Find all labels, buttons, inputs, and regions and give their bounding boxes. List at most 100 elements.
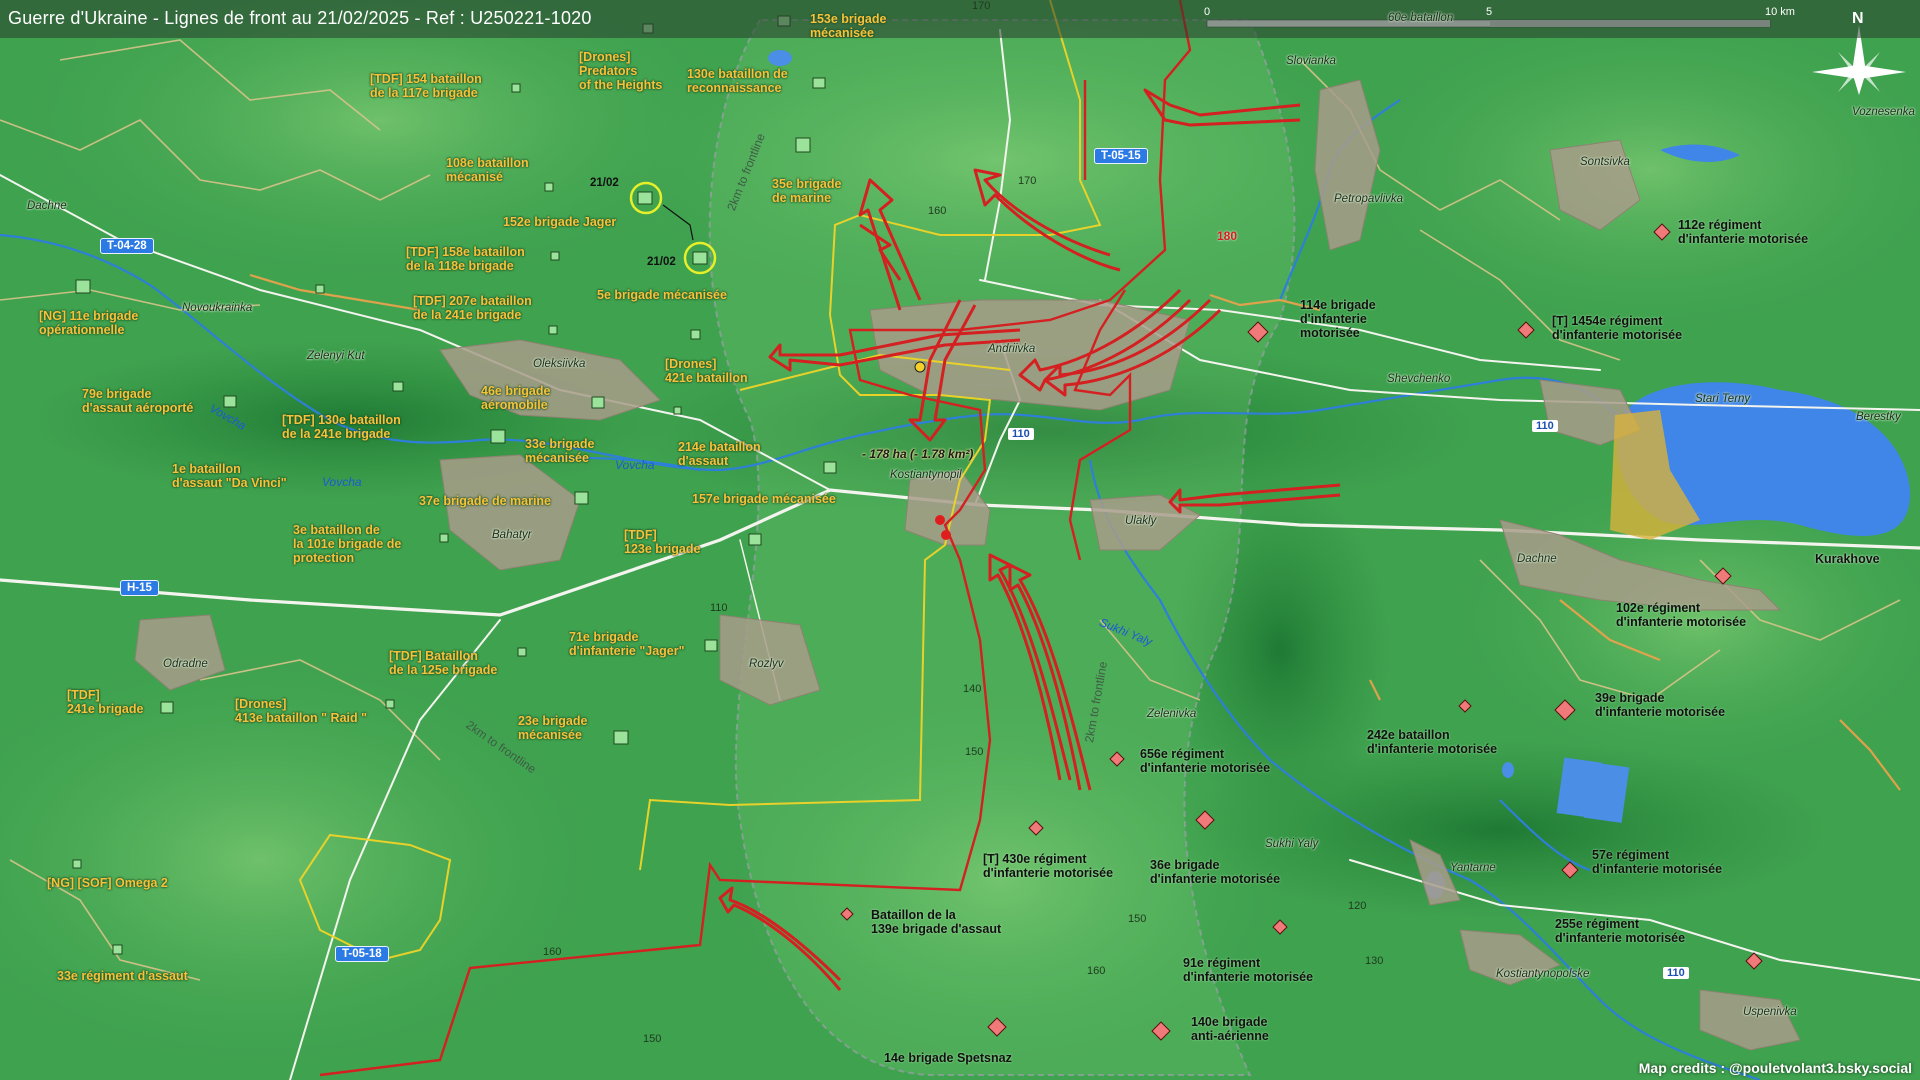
road-badge-h15: H-15 bbox=[120, 580, 159, 596]
unit-label-partial: 60e bataillon bbox=[1388, 12, 1454, 24]
date-note-1: 21/02 bbox=[590, 177, 619, 189]
ru-unit-label: Bataillon de la 139e brigade d'assaut bbox=[871, 908, 1002, 936]
ua-unit-label: 33e brigade mécanisée bbox=[525, 437, 595, 465]
town-zelenivka: Zelenivka bbox=[1147, 708, 1197, 720]
town-dachne-west: Dachne bbox=[27, 200, 67, 212]
town-petropavlivka: Petropavlivka bbox=[1334, 193, 1404, 205]
town-novoukrainka: Novoukrainka bbox=[182, 302, 253, 314]
town-yantarne: Yantarne bbox=[1450, 862, 1496, 874]
ua-unit-label: [Drones] 421e bataillon bbox=[665, 357, 748, 385]
ru-unit-label: 242e bataillon d'infanterie motorisée bbox=[1367, 728, 1498, 756]
scale-label-5: 5 bbox=[1486, 6, 1493, 18]
ru-unit-label: [T] 430e régiment d'infanterie motorisée bbox=[983, 852, 1114, 880]
ua-unit-label: 157e brigade mécanisée bbox=[692, 492, 836, 506]
contour-label: 150 bbox=[965, 746, 984, 758]
ua-unit-label: [NG] [SOF] Omega 2 bbox=[47, 876, 168, 890]
town-stari-terny: Stari Terny bbox=[1695, 393, 1751, 405]
town-andriivka: Andriivka bbox=[988, 343, 1036, 355]
ua-unit-label: 153e brigade mécanisée bbox=[810, 12, 887, 40]
north-label: N bbox=[1852, 10, 1864, 27]
town-kostiantynopil: Kostiantynopil bbox=[890, 469, 962, 481]
town-oleksiivka: Oleksiivka bbox=[533, 358, 586, 370]
town-ulakly: Ulakly bbox=[1125, 515, 1157, 527]
road-badge-110b: 110 bbox=[1532, 420, 1558, 432]
ru-unit-label: 112e régiment d'infanterie motorisée bbox=[1678, 218, 1809, 246]
ua-unit-label: 33e régiment d'assaut bbox=[57, 969, 188, 983]
road-badge-t0515: T-05-15 bbox=[1094, 148, 1148, 164]
contour-label: 140 bbox=[963, 683, 982, 695]
contour-label: 160 bbox=[1087, 965, 1106, 977]
ua-unit-label: 3e bataillon de la 101e brigade de prote… bbox=[293, 523, 402, 565]
town-voznesenka: Voznesenka bbox=[1852, 106, 1915, 118]
contour-label: 160 bbox=[928, 205, 947, 217]
contour-label: 120 bbox=[1348, 900, 1367, 912]
ua-unit-label: [TDF] 241e brigade bbox=[67, 688, 144, 716]
ua-unit-label: 46e brigade aéromobile bbox=[481, 384, 551, 412]
town-sukhi-yaly: Sukhi Yaly bbox=[1265, 838, 1319, 850]
ru-unit-label: 102e régiment d'infanterie motorisée bbox=[1616, 601, 1747, 629]
ru-unit-label: 255e régiment d'infanterie motorisée bbox=[1555, 917, 1686, 945]
road-badge-t0428: T-04-28 bbox=[100, 238, 154, 254]
contour-label: 170 bbox=[1018, 175, 1037, 187]
ua-unit-label: 214e bataillon d'assaut bbox=[678, 440, 761, 468]
contour-label: 110 bbox=[710, 602, 728, 614]
contour-label: 130 bbox=[1365, 955, 1384, 967]
town-sontsivka: Sontsivka bbox=[1580, 156, 1630, 168]
town-kurakhove: Kurakhove bbox=[1815, 552, 1880, 566]
map-credits: Map credits : @pouletvolant3.bsky.social bbox=[1638, 1060, 1912, 1076]
ua-unit-label: [TDF] 154 bataillon de la 117e brigade bbox=[370, 72, 482, 100]
ua-unit-label: [TDF] 158e bataillon de la 118e brigade bbox=[406, 245, 525, 273]
ru-unit-label: [T] 1454e régiment d'infanterie motorisé… bbox=[1552, 314, 1683, 342]
town-odradne: Odradne bbox=[163, 658, 208, 670]
contour-label: 160 bbox=[543, 946, 562, 958]
ua-unit-label: 79e brigade d'assaut aéroporté bbox=[82, 387, 194, 415]
ua-unit-label: 1e bataillon d'assaut "Da Vinci" bbox=[172, 462, 287, 490]
ua-unit-label: [TDF] 207e bataillon de la 241e brigade bbox=[413, 294, 532, 322]
ua-unit-label: 5e brigade mécanisée bbox=[597, 288, 727, 302]
town-kostiantynopolske: Kostiantynopolske bbox=[1496, 968, 1590, 980]
road-badge-110c: 110 bbox=[1663, 967, 1689, 979]
ru-unit-label: 656e régiment d'infanterie motorisée bbox=[1140, 747, 1271, 775]
scale-label-10: 10 km bbox=[1765, 6, 1795, 18]
contour-label: 150 bbox=[1128, 913, 1147, 925]
river-label-vovcha-3: Vovcha bbox=[322, 475, 362, 489]
ua-unit-label: [TDF] 130e bataillon de la 241e brigade bbox=[282, 413, 401, 441]
ua-unit-label: [NG] 11e brigade opérationnelle bbox=[39, 309, 139, 337]
river-label-vovcha-2: Vovcha bbox=[615, 458, 655, 472]
elevation-180: 180 bbox=[1217, 229, 1238, 243]
ua-unit-label: [TDF] 123e brigade bbox=[624, 528, 701, 556]
town-berestky: Berestky bbox=[1856, 411, 1901, 423]
ua-unit-label: 108e bataillon mécanisé bbox=[446, 156, 529, 184]
town-zelenyi-kut: Zelenyi Kut bbox=[307, 350, 365, 362]
area-change-note: - 178 ha (- 1.78 km²) bbox=[862, 447, 974, 461]
ua-unit-label: 23e brigade mécanisée bbox=[518, 714, 588, 742]
ua-unit-label: 37e brigade de marine bbox=[419, 494, 552, 508]
contour-label: 170 bbox=[972, 0, 991, 12]
ua-unit-label: [Drones] Predators of the Heights bbox=[579, 50, 663, 92]
ru-unit-label: 57e régiment d'infanterie motorisée bbox=[1592, 848, 1723, 876]
town-slovianka: Slovianka bbox=[1286, 55, 1336, 67]
ru-unit-label: 140e brigade anti-aérienne bbox=[1191, 1015, 1269, 1043]
ru-unit-label: 114e brigade d'infanterie motorisée bbox=[1300, 298, 1376, 340]
town-shevchenko: Shevchenko bbox=[1387, 373, 1451, 385]
title-bar: Guerre d'Ukraine - Lignes de front au 21… bbox=[0, 0, 1920, 38]
map-title: Guerre d'Ukraine - Lignes de front au 21… bbox=[8, 8, 592, 28]
ua-unit-label: 152e brigade Jager bbox=[503, 215, 617, 229]
road-badge-t0518: T-05-18 bbox=[335, 946, 389, 962]
town-dachne-east: Dachne bbox=[1517, 553, 1557, 565]
town-bahatyr: Bahatyr bbox=[492, 529, 532, 541]
town-uspenivka: Uspenivka bbox=[1743, 1006, 1797, 1018]
ua-unit-label: 35e brigade de marine bbox=[772, 177, 842, 205]
ua-unit-label: 130e bataillon de reconnaissance bbox=[687, 67, 788, 95]
ru-unit-label: 91e régiment d'infanterie motorisée bbox=[1183, 956, 1314, 984]
date-note-2: 21/02 bbox=[647, 256, 676, 268]
ua-unit-label: 71e brigade d'infanterie "Jager" bbox=[569, 630, 685, 658]
scale-label-0: 0 bbox=[1204, 6, 1211, 18]
ru-unit-label: 39e brigade d'infanterie motorisée bbox=[1595, 691, 1726, 719]
ru-unit-label: 36e brigade d'infanterie motorisée bbox=[1150, 858, 1281, 886]
ru-unit-label: 14e brigade Spetsnaz bbox=[884, 1051, 1012, 1065]
ua-unit-label: [TDF] Bataillon de la 125e brigade bbox=[389, 649, 498, 677]
town-rozlyv: Rozlyv bbox=[749, 658, 784, 670]
road-badge-110a: 110 bbox=[1008, 428, 1034, 440]
contour-label: 150 bbox=[643, 1033, 662, 1045]
